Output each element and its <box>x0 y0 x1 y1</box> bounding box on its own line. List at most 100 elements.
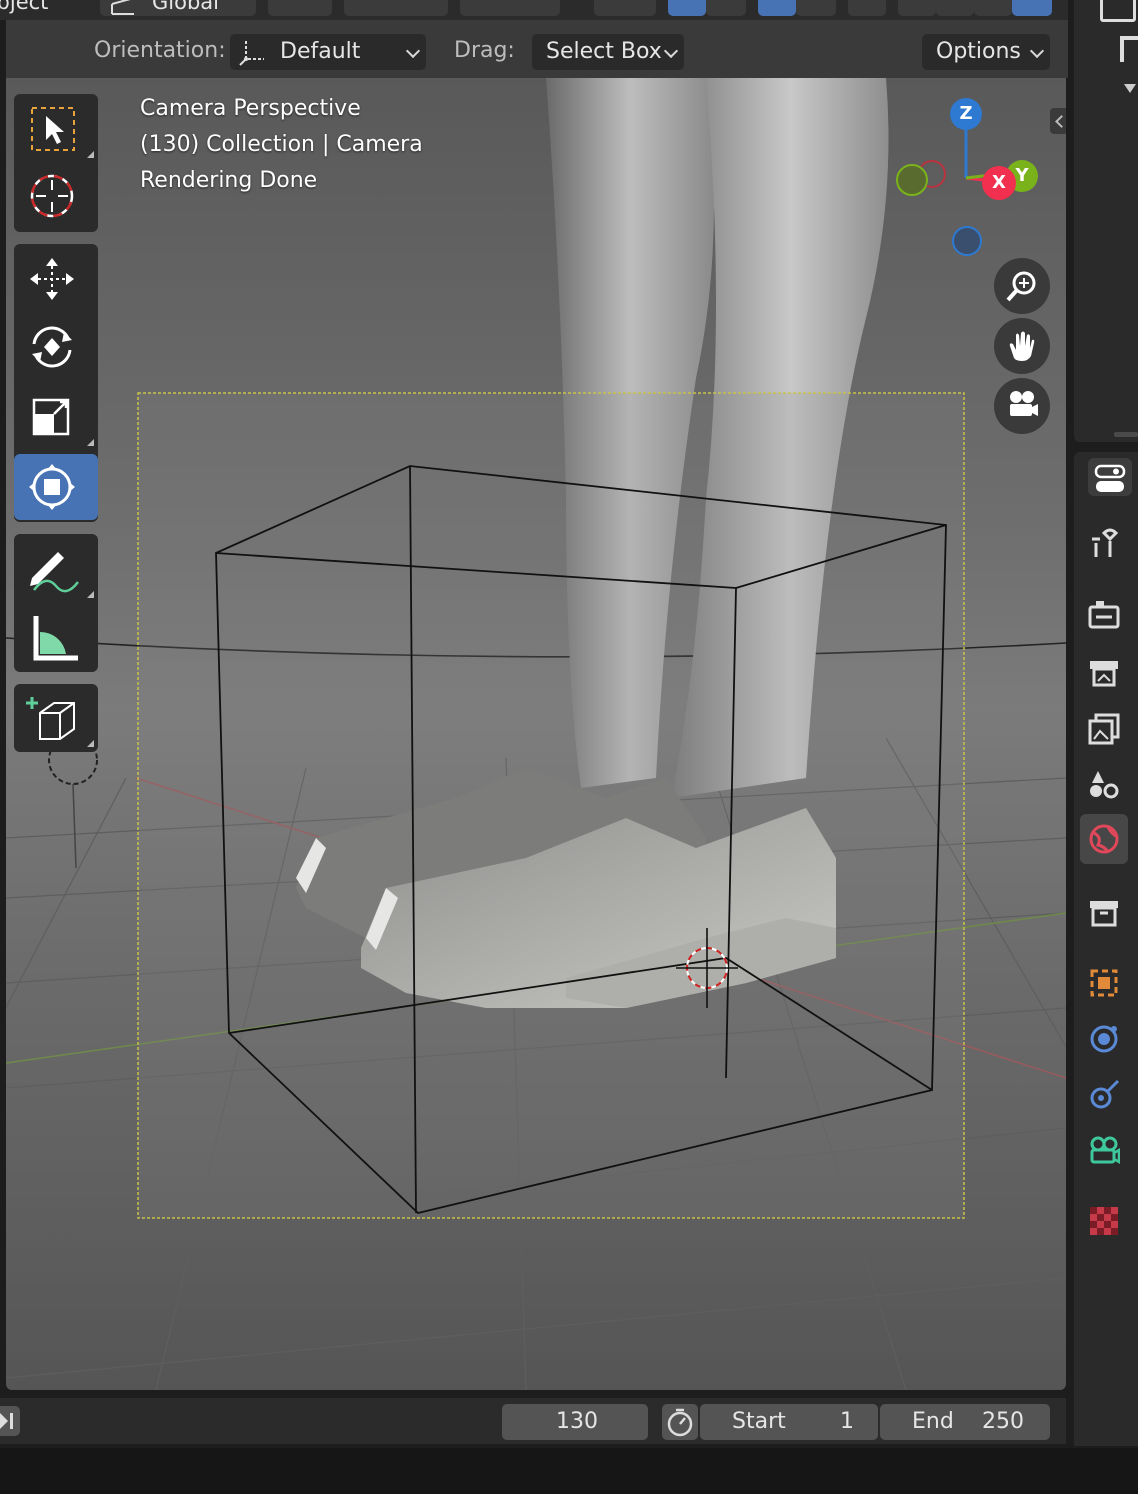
gizmo-z-axis[interactable]: Z <box>950 98 982 130</box>
tool-variant-indicator <box>87 591 94 598</box>
shading-rendered-button[interactable] <box>1012 0 1052 16</box>
properties-tab-object[interactable] <box>1080 958 1128 1008</box>
zoom-button[interactable] <box>994 258 1050 314</box>
constraint-icon <box>1090 1079 1120 1109</box>
pan-button[interactable] <box>994 318 1050 374</box>
tool-annotate[interactable] <box>14 536 98 602</box>
toolbar-group-add <box>14 684 98 752</box>
pencil-icon <box>30 552 79 593</box>
world-icon <box>1089 824 1119 854</box>
timeline-bar: 130 Start 1 End 250 <box>0 1398 1066 1444</box>
camera-icon <box>1010 391 1038 416</box>
selectability-dropdown[interactable] <box>594 0 656 16</box>
tool-measure[interactable] <box>14 604 98 670</box>
jump-to-endpoint-button[interactable] <box>0 1406 20 1436</box>
properties-tab-physics[interactable] <box>1080 1014 1128 1064</box>
current-frame-field[interactable]: 130 <box>502 1404 648 1440</box>
properties-tab-data[interactable] <box>1080 1126 1128 1176</box>
top-header-strip: Object Global <box>0 0 1068 20</box>
play-end-icon <box>0 1413 13 1429</box>
end-frame-field[interactable]: End 250 <box>880 1404 1050 1440</box>
sidebar-toggle-button[interactable] <box>1050 108 1066 134</box>
scrollbar[interactable] <box>1114 432 1138 437</box>
shading-material-button[interactable] <box>974 0 1012 16</box>
tool-variant-indicator <box>87 151 94 158</box>
transform-icon <box>29 464 75 510</box>
shading-wireframe-button[interactable] <box>898 0 936 16</box>
editor-type-icon[interactable] <box>1100 0 1136 22</box>
viewport-scene <box>6 78 1066 1390</box>
xray-toggle[interactable] <box>848 0 886 16</box>
chevron-left-icon <box>1055 115 1066 128</box>
properties-tab-constraints[interactable] <box>1080 1070 1128 1120</box>
gizmo-x-axis[interactable]: X <box>982 166 1016 200</box>
chevron-down-icon[interactable] <box>1124 84 1136 93</box>
overlays-dropdown[interactable] <box>796 0 836 16</box>
chevron-down-icon <box>405 43 421 59</box>
add-cube-icon <box>26 697 75 740</box>
measure-icon <box>33 616 78 661</box>
camera-data-icon <box>1090 1136 1120 1165</box>
tool-transform[interactable] <box>14 454 98 520</box>
outliner-filter-icon[interactable] <box>1120 36 1138 62</box>
select-box-icon <box>31 107 75 151</box>
end-frame-label: End <box>912 1409 954 1434</box>
shading-solid-button[interactable] <box>936 0 974 16</box>
tool-add-cube[interactable] <box>14 685 98 751</box>
proportional-editing-toggle[interactable] <box>460 0 560 16</box>
tool-rotate[interactable] <box>14 314 98 380</box>
stopwatch-icon <box>667 1408 693 1437</box>
outliner-panel-edge <box>1074 0 1138 442</box>
scene-icon <box>1090 771 1119 799</box>
drag-label: Drag: <box>454 38 515 63</box>
pivot-point-dropdown[interactable] <box>268 0 332 16</box>
use-preview-range-toggle[interactable] <box>662 1404 698 1440</box>
tool-variant-indicator <box>87 740 94 747</box>
properties-tab-texture[interactable] <box>1080 1196 1128 1246</box>
gizmo-toggle[interactable] <box>668 0 706 16</box>
viewport-overlay-line-1: Camera Perspective <box>140 96 361 121</box>
gizmo-dropdown[interactable] <box>706 0 746 16</box>
properties-tab-scene[interactable] <box>1080 760 1128 810</box>
options-dropdown[interactable]: Options <box>922 34 1050 70</box>
viewport-overlay-line-2: (130) Collection | Camera <box>140 132 423 157</box>
tool-move[interactable] <box>14 246 98 312</box>
camera-view-button[interactable] <box>994 378 1050 434</box>
tool-select-box[interactable] <box>14 96 98 162</box>
viewport-overlay-line-3: Rendering Done <box>140 168 318 193</box>
zoom-icon <box>1006 271 1036 302</box>
properties-tab-render[interactable] <box>1080 590 1128 640</box>
chevron-down-icon <box>663 43 679 59</box>
snap-toggle[interactable] <box>344 0 448 16</box>
gizmo-neg-y-axis[interactable] <box>896 164 928 196</box>
wrench-icon <box>1092 528 1119 557</box>
render-icon <box>1088 601 1120 629</box>
properties-editor-type-button[interactable] <box>1088 458 1132 496</box>
orientation-axes-icon <box>239 41 264 66</box>
properties-tab-collection[interactable] <box>1080 888 1128 938</box>
move-icon <box>30 258 74 300</box>
checker-texture-icon <box>1090 1207 1118 1235</box>
properties-tab-output[interactable] <box>1080 648 1128 698</box>
gizmo-neg-z-axis[interactable] <box>952 226 982 256</box>
transform-orientation-label: Global <box>152 0 219 14</box>
mode-menu-label[interactable]: Object <box>0 0 48 14</box>
drag-dropdown[interactable]: Select Box <box>532 34 684 70</box>
toolbar-group-select <box>14 94 98 232</box>
start-frame-field[interactable]: Start 1 <box>700 1404 878 1440</box>
properties-tab-view-layer[interactable] <box>1080 704 1128 754</box>
tool-scale[interactable] <box>14 384 98 450</box>
orientation-dropdown[interactable]: Default <box>230 34 426 70</box>
overlays-toggle[interactable] <box>758 0 796 16</box>
properties-tab-tool[interactable] <box>1080 518 1128 568</box>
tool-cursor[interactable] <box>14 164 98 230</box>
hand-icon <box>1009 331 1035 361</box>
3d-viewport[interactable]: Camera Perspective (130) Collection | Ca… <box>6 78 1066 1390</box>
printer-icon <box>1090 661 1118 687</box>
properties-tab-world[interactable] <box>1080 814 1128 864</box>
scale-icon <box>32 398 70 436</box>
tool-variant-indicator <box>87 439 94 446</box>
toolbar-group-annotate <box>14 534 98 672</box>
properties-icon <box>1094 464 1126 492</box>
physics-icon <box>1090 1025 1118 1053</box>
